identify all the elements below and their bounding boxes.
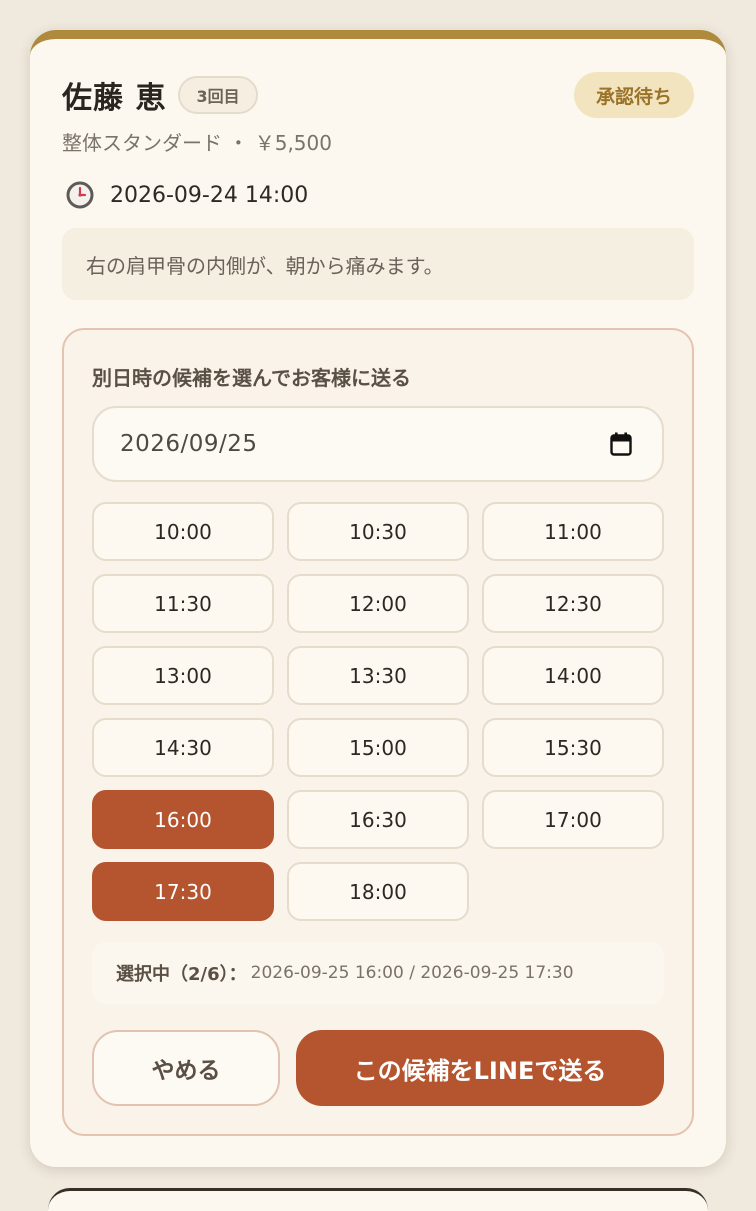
reservation-datetime: 2026-09-24 14:00 bbox=[110, 182, 309, 208]
time-slot-1230[interactable]: 12:30 bbox=[482, 574, 664, 633]
time-slot-1100[interactable]: 11:00 bbox=[482, 502, 664, 561]
reservation-datetime-row: 2026-09-24 14:00 bbox=[66, 181, 308, 209]
time-slot-1030[interactable]: 10:30 bbox=[287, 502, 469, 561]
time-slot-1330[interactable]: 13:30 bbox=[287, 646, 469, 705]
visit-count-badge: 3回目 bbox=[178, 76, 258, 114]
time-slot-1500[interactable]: 15:00 bbox=[287, 718, 469, 777]
panel-title: 別日時の候補を選んでお客様に送る bbox=[92, 366, 411, 390]
time-slot-1300[interactable]: 13:00 bbox=[92, 646, 274, 705]
time-slot-1630[interactable]: 16:30 bbox=[287, 790, 469, 849]
reservation-card: 佐藤 恵 3回目 承認待ち 整体スタンダード ・ ￥5,500 2026-09-… bbox=[30, 30, 726, 1167]
calendar-icon[interactable] bbox=[610, 432, 632, 456]
time-slot-1130[interactable]: 11:30 bbox=[92, 574, 274, 633]
time-slot-1730[interactable]: 17:30 bbox=[92, 862, 274, 921]
time-slot-1000[interactable]: 10:00 bbox=[92, 502, 274, 561]
alternative-time-panel: 別日時の候補を選んでお客様に送る 2026/09/25 10:00 10:30 11… bbox=[62, 328, 694, 1136]
time-slot-1700[interactable]: 17:00 bbox=[482, 790, 664, 849]
selected-times: 2026-09-25 16:00 / 2026-09-25 17:30 bbox=[250, 963, 574, 983]
time-slot-grid: 10:00 10:30 11:00 11:30 12:00 12:30 13:00 13:30… bbox=[92, 502, 664, 921]
selection-count-label: 選択中（2/6）： bbox=[116, 964, 247, 985]
service-price-line: 整体スタンダード ・ ￥5,500 bbox=[62, 131, 332, 155]
selection-summary: 選択中（2/6）： 2026-09-25 16:00 / 2026-09-25 … bbox=[92, 942, 664, 1004]
clock-icon bbox=[66, 181, 94, 209]
customer-note: 右の肩甲骨の内側が、朝から痛みます。 bbox=[62, 228, 694, 300]
time-slot-1430[interactable]: 14:30 bbox=[92, 718, 274, 777]
next-card-edge bbox=[48, 1188, 708, 1211]
date-picker-input[interactable]: 2026/09/25 bbox=[92, 406, 664, 482]
time-slot-1200[interactable]: 12:00 bbox=[287, 574, 469, 633]
customer-note-text: 右の肩甲骨の内側が、朝から痛みます。 bbox=[86, 253, 444, 278]
send-line-button[interactable]: この候補をLINEで送る bbox=[296, 1030, 664, 1106]
date-value: 2026/09/25 bbox=[120, 431, 258, 457]
time-slot-1600[interactable]: 16:00 bbox=[92, 790, 274, 849]
customer-name: 佐藤 恵 bbox=[62, 81, 167, 116]
time-slot-1530[interactable]: 15:30 bbox=[482, 718, 664, 777]
time-slot-1800[interactable]: 18:00 bbox=[287, 862, 469, 921]
name-row: 佐藤 恵 3回目 bbox=[62, 73, 258, 117]
cancel-button[interactable]: やめる bbox=[92, 1030, 280, 1106]
time-slot-1400[interactable]: 14:00 bbox=[482, 646, 664, 705]
status-badge: 承認待ち bbox=[573, 72, 694, 118]
